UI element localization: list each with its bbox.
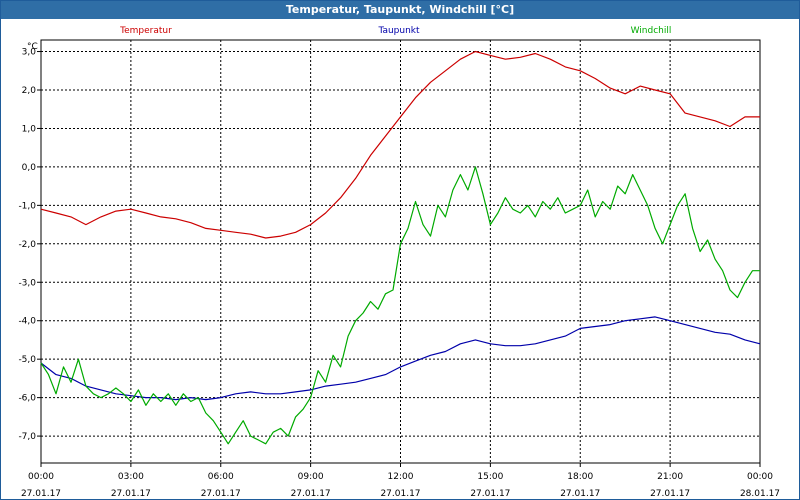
y-tick-label: -7,0 (18, 432, 36, 442)
y-tick-label: 2,0 (22, 86, 37, 96)
legend-temperatur: Temperatur (119, 26, 172, 36)
y-tick-label: -2,0 (18, 240, 36, 250)
x-tick-date: 27.01.17 (560, 489, 600, 498)
x-tick-date: 27.01.17 (650, 489, 690, 498)
x-tick-time: 06:00 (208, 472, 234, 482)
y-tick-label: 0,0 (22, 163, 37, 173)
x-tick-time: 12:00 (388, 472, 414, 482)
chart-window: Temperatur, Taupunkt, Windchill [°C] 3,0… (0, 0, 800, 500)
x-tick-time: 09:00 (298, 472, 324, 482)
x-tick-time: 00:00 (747, 472, 773, 482)
window-title: Temperatur, Taupunkt, Windchill [°C] (1, 1, 799, 19)
x-tick-time: 21:00 (657, 472, 683, 482)
x-tick-time: 03:00 (118, 472, 144, 482)
x-tick-date: 28.01.17 (740, 489, 780, 498)
x-tick-date: 27.01.17 (291, 489, 331, 498)
y-tick-label: -6,0 (18, 394, 36, 404)
y-tick-label: -5,0 (18, 355, 36, 365)
line-chart: 3,02,01,00,0-1,0-2,0-3,0-4,0-5,0-6,0-7,0… (18, 26, 780, 498)
x-tick-time: 15:00 (477, 472, 503, 482)
x-tick-date: 27.01.17 (380, 489, 420, 498)
x-tick-time: 18:00 (567, 472, 593, 482)
y-tick-label: -1,0 (18, 201, 36, 211)
y-tick-label: -4,0 (18, 317, 36, 327)
x-tick-date: 27.01.17 (21, 489, 61, 498)
x-tick-date: 27.01.17 (111, 489, 151, 498)
y-axis-label: °C (27, 42, 38, 52)
x-tick-date: 27.01.17 (470, 489, 510, 498)
legend-taupunkt: Taupunkt (377, 26, 420, 36)
x-tick-time: 00:00 (28, 472, 54, 482)
y-tick-label: 1,0 (22, 124, 37, 134)
plot-area (40, 39, 761, 464)
legend-windchill: Windchill (631, 26, 672, 36)
x-tick-date: 27.01.17 (201, 489, 241, 498)
y-tick-label: -3,0 (18, 278, 36, 288)
